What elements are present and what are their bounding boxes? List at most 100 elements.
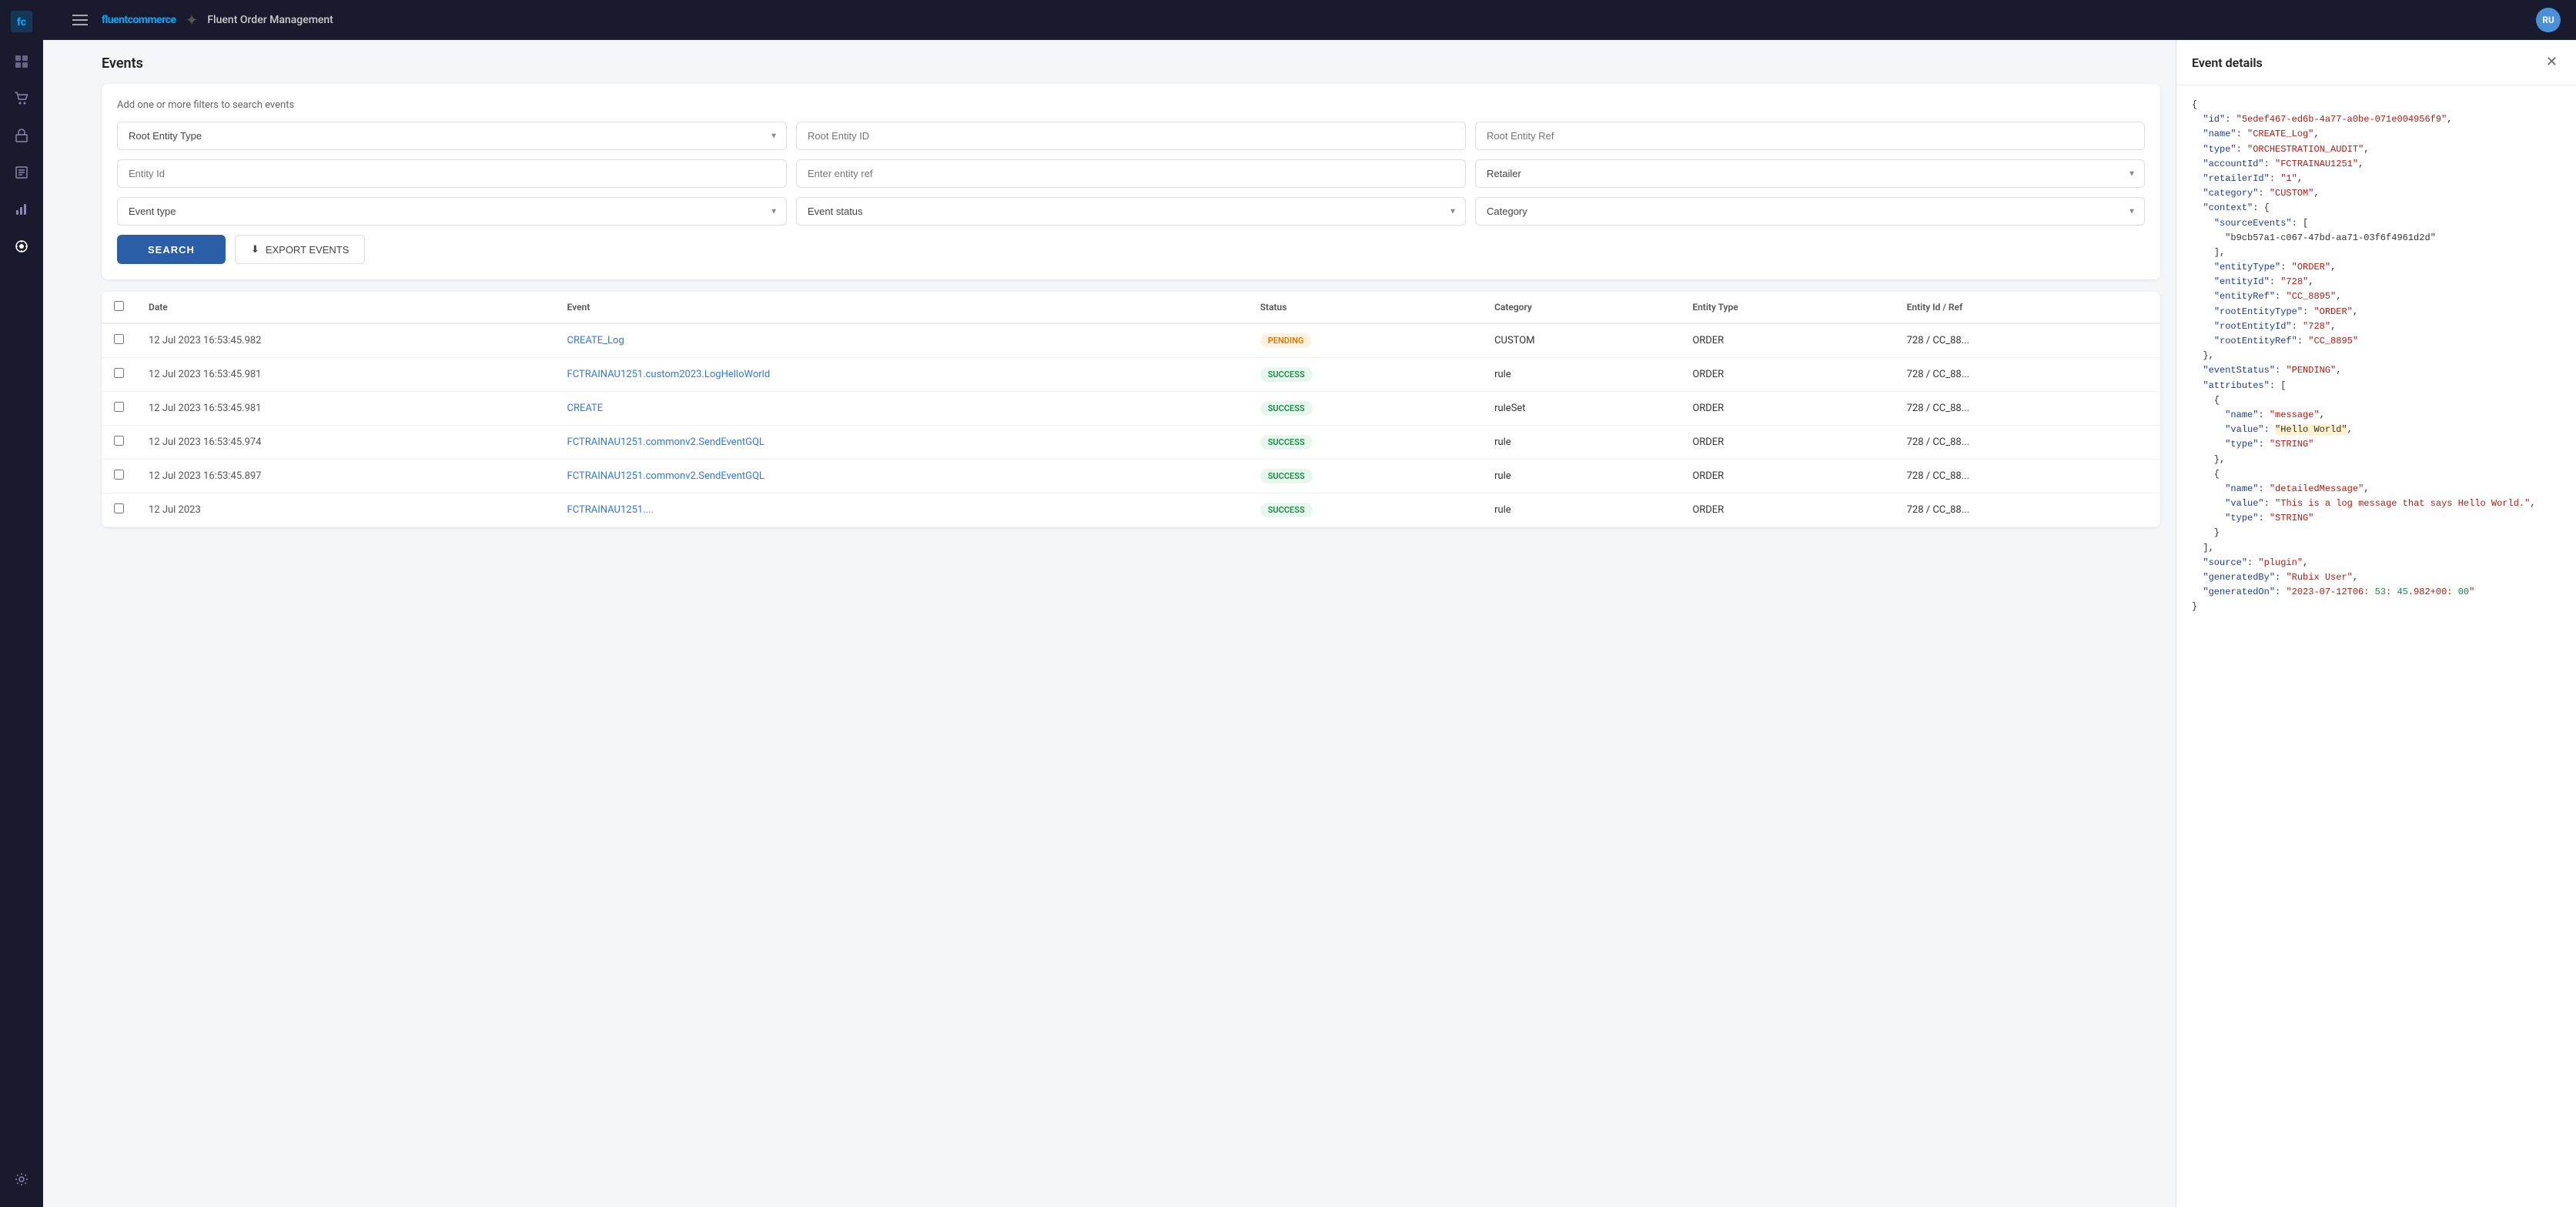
topbar-right: RU xyxy=(2536,8,2561,32)
row-checkbox-cell[interactable] xyxy=(102,323,136,358)
detail-header: Event details ✕ xyxy=(2176,40,2576,85)
event-link[interactable]: FCTRAINAU1251.custom2023.LogHelloWorld xyxy=(567,369,771,380)
row-category: rule xyxy=(1482,460,1680,493)
event-type-select[interactable]: Event type xyxy=(117,197,787,226)
header-entity-id-ref: Entity Id / Ref xyxy=(1895,292,2160,323)
dashboard-icon[interactable] xyxy=(6,46,37,77)
header-checkbox[interactable] xyxy=(102,292,136,323)
entity-ref-filter[interactable] xyxy=(796,159,1466,188)
table-row: 12 Jul 2023 16:53:45.981 CREATE SUCCESS … xyxy=(102,392,2160,426)
export-label: EXPORT EVENTS xyxy=(266,244,350,256)
row-status: PENDING xyxy=(1248,323,1482,358)
retailer-filter[interactable]: Retailer xyxy=(1475,159,2145,188)
row-entity-id-ref: 728 / CC_88... xyxy=(1895,392,2160,426)
row-checkbox-cell[interactable] xyxy=(102,426,136,460)
row-event[interactable]: CREATE_Log xyxy=(555,323,1248,358)
table-row: 12 Jul 2023 FCTRAINAU1251.... SUCCESS ru… xyxy=(102,493,2160,527)
event-link[interactable]: FCTRAINAU1251.commonv2.SendEventGQL xyxy=(567,470,764,482)
detail-json: { "id": "5edef467-ed6b-4a77-a0be-071e004… xyxy=(2192,98,2561,615)
events-table-section: Date Event Status Category Entity Type E… xyxy=(102,292,2160,527)
brand: fluentcommerce ✦ Fluent Order Management xyxy=(102,11,333,29)
topbar: fluentcommerce ✦ Fluent Order Management… xyxy=(43,0,2576,40)
table-row: 12 Jul 2023 16:53:45.981 FCTRAINAU1251.c… xyxy=(102,358,2160,392)
event-link[interactable]: CREATE xyxy=(567,403,604,414)
status-badge: SUCCESS xyxy=(1260,503,1313,517)
row-checkbox-cell[interactable] xyxy=(102,358,136,392)
row-entity-id-ref: 728 / CC_88... xyxy=(1895,493,2160,527)
header-status: Status xyxy=(1248,292,1482,323)
rules-icon[interactable] xyxy=(6,231,37,262)
row-checkbox[interactable] xyxy=(114,503,124,513)
sidebar: fc xyxy=(0,0,43,1207)
table-row: 12 Jul 2023 16:53:45.897 FCTRAINAU1251.c… xyxy=(102,460,2160,493)
event-status-filter[interactable]: Event status xyxy=(796,197,1466,226)
row-entity-type: ORDER xyxy=(1680,460,1894,493)
row-checkbox[interactable] xyxy=(114,334,124,344)
export-icon: ⬇ xyxy=(251,243,259,256)
event-link[interactable]: FCTRAINAU1251.... xyxy=(567,504,654,516)
app-title: Fluent Order Management xyxy=(207,14,333,26)
export-button[interactable]: ⬇ EXPORT EVENTS xyxy=(235,235,366,264)
root-entity-id-input[interactable] xyxy=(796,122,1466,150)
row-checkbox[interactable] xyxy=(114,470,124,480)
row-status: SUCCESS xyxy=(1248,426,1482,460)
inventory-icon[interactable] xyxy=(6,120,37,151)
root-entity-ref-input[interactable] xyxy=(1475,122,2145,150)
row-entity-type: ORDER xyxy=(1680,493,1894,527)
root-entity-ref-filter[interactable] xyxy=(1475,122,2145,150)
row-event[interactable]: FCTRAINAU1251.commonv2.SendEventGQL xyxy=(555,460,1248,493)
sidebar-logo: fc xyxy=(0,0,43,43)
row-checkbox[interactable] xyxy=(114,402,124,412)
cart-icon[interactable] xyxy=(6,83,37,114)
row-checkbox-cell[interactable] xyxy=(102,493,136,527)
brand-logo-text: fluentcommerce xyxy=(102,14,176,26)
category-filter[interactable]: Category xyxy=(1475,197,2145,226)
user-avatar[interactable]: RU xyxy=(2536,8,2561,32)
status-badge: SUCCESS xyxy=(1260,401,1313,416)
entity-id-input[interactable] xyxy=(117,159,787,188)
root-entity-type-select[interactable]: Root Entity Type xyxy=(117,122,787,150)
row-category: rule xyxy=(1482,426,1680,460)
close-button[interactable]: ✕ xyxy=(2543,52,2561,72)
retailer-select[interactable]: Retailer xyxy=(1475,159,2145,188)
hamburger-button[interactable] xyxy=(59,0,102,40)
row-status: SUCCESS xyxy=(1248,358,1482,392)
row-date: 12 Jul 2023 16:53:45.974 xyxy=(136,426,555,460)
status-badge: SUCCESS xyxy=(1260,367,1313,382)
header-category: Category xyxy=(1482,292,1680,323)
row-event[interactable]: CREATE xyxy=(555,392,1248,426)
row-checkbox-cell[interactable] xyxy=(102,392,136,426)
event-link[interactable]: FCTRAINAU1251.commonv2.SendEventGQL xyxy=(567,436,764,448)
event-type-filter[interactable]: Event type xyxy=(117,197,787,226)
filter-row-2: Retailer xyxy=(117,159,2145,188)
root-entity-type-filter[interactable]: Root Entity Type xyxy=(117,122,787,150)
catalog-icon[interactable] xyxy=(6,157,37,188)
filter-row-1: Root Entity Type xyxy=(117,122,2145,150)
select-all-checkbox[interactable] xyxy=(114,301,124,311)
row-checkbox-cell[interactable] xyxy=(102,460,136,493)
table-row: 12 Jul 2023 16:53:45.974 FCTRAINAU1251.c… xyxy=(102,426,2160,460)
reports-icon[interactable] xyxy=(6,194,37,225)
root-entity-id-filter[interactable] xyxy=(796,122,1466,150)
entity-id-filter[interactable] xyxy=(117,159,787,188)
row-category: rule xyxy=(1482,358,1680,392)
row-checkbox[interactable] xyxy=(114,368,124,378)
detail-body: { "id": "5edef467-ed6b-4a77-a0be-071e004… xyxy=(2176,85,2576,1207)
filter-hint: Add one or more filters to search events xyxy=(117,99,2145,111)
entity-ref-input[interactable] xyxy=(796,159,1466,188)
row-event[interactable]: FCTRAINAU1251.... xyxy=(555,493,1248,527)
event-status-select[interactable]: Event status xyxy=(796,197,1466,226)
category-select[interactable]: Category xyxy=(1475,197,2145,226)
status-badge: PENDING xyxy=(1260,333,1312,348)
row-event[interactable]: FCTRAINAU1251.custom2023.LogHelloWorld xyxy=(555,358,1248,392)
row-checkbox[interactable] xyxy=(114,436,124,446)
event-link[interactable]: CREATE_Log xyxy=(567,335,624,346)
table-row: 12 Jul 2023 16:53:45.982 CREATE_Log PEND… xyxy=(102,323,2160,358)
row-date: 12 Jul 2023 xyxy=(136,493,555,527)
search-button[interactable]: SEARCH xyxy=(117,235,226,264)
row-status: SUCCESS xyxy=(1248,460,1482,493)
settings-icon[interactable] xyxy=(6,1164,37,1195)
filter-section: Add one or more filters to search events… xyxy=(102,84,2160,279)
content-area: Events Add one or more filters to search… xyxy=(86,40,2176,1207)
row-event[interactable]: FCTRAINAU1251.commonv2.SendEventGQL xyxy=(555,426,1248,460)
